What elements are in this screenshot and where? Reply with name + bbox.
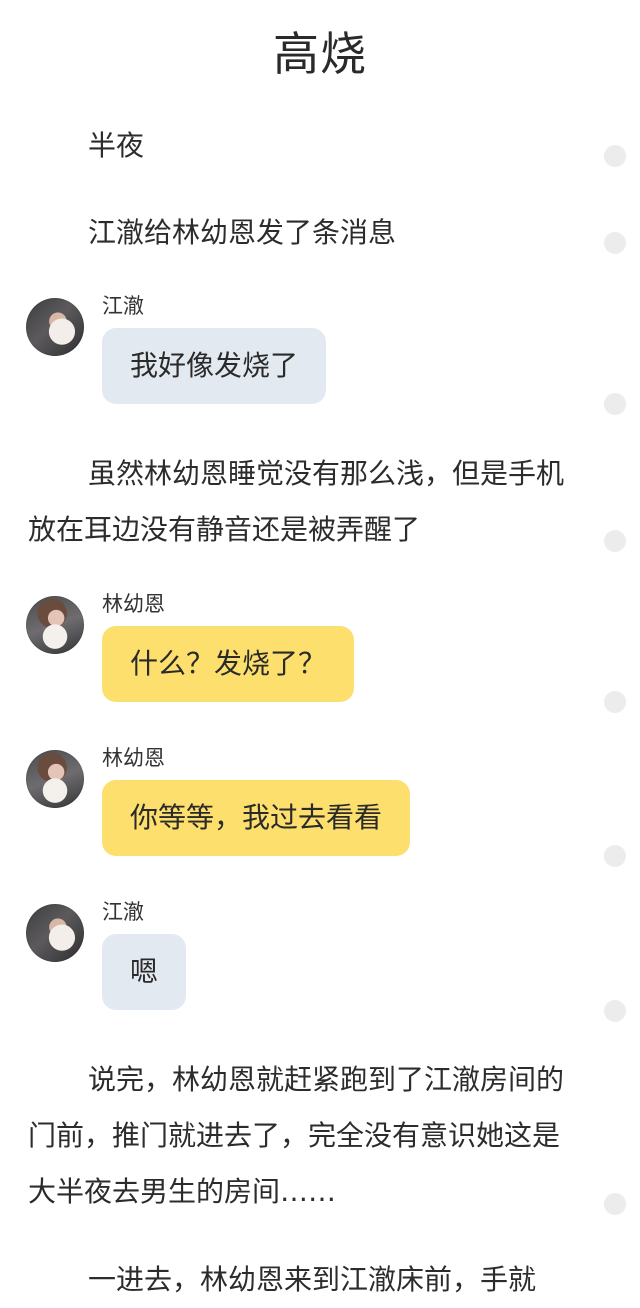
comment-dot-icon[interactable] [604,1000,626,1022]
avatar[interactable] [26,596,84,654]
story-paragraph: 说完，林幼恩就赶紧跑到了江澈房间的门前，推门就进去了，完全没有意识她这是大半夜去… [28,1063,565,1208]
comment-dot-icon[interactable] [604,1193,626,1215]
page-title: 高烧 [273,27,367,81]
story-paragraph: 半夜 [88,129,145,162]
avatar[interactable] [26,904,84,962]
message-bubble: 什么？发烧了？ [102,626,355,702]
sender-name: 江澈 [102,294,144,318]
chat-message: 林幼恩 你等等，我过去看看 [26,746,586,860]
chat-message: 林幼恩 什么？发烧了？ [26,592,586,706]
comment-dot-icon[interactable] [604,691,626,713]
story-paragraph: 虽然林幼恩睡觉没有那么浅，但是手机放在耳边没有静音还是被弄醒了 [28,457,565,546]
comment-dot-icon[interactable] [604,845,626,867]
story-paragraph: 一进去，林幼恩来到江澈床前，手就 [88,1263,537,1296]
sender-name: 林幼恩 [102,592,165,616]
message-bubble: 我好像发烧了 [102,328,327,404]
comment-dot-icon[interactable] [604,145,626,167]
avatar[interactable] [26,298,84,356]
sender-name: 江澈 [102,900,144,924]
message-bubble: 嗯 [102,934,187,1010]
comment-dot-icon[interactable] [604,530,626,552]
message-bubble: 你等等，我过去看看 [102,780,411,856]
comment-dot-icon[interactable] [604,393,626,415]
story-paragraph: 江澈给林幼恩发了条消息 [88,216,397,249]
sender-name: 林幼恩 [102,746,165,770]
chat-message: 江澈 我好像发烧了 [26,294,586,408]
avatar[interactable] [26,750,84,808]
comment-dot-icon[interactable] [604,232,626,254]
chat-message: 江澈 嗯 [26,900,586,1014]
